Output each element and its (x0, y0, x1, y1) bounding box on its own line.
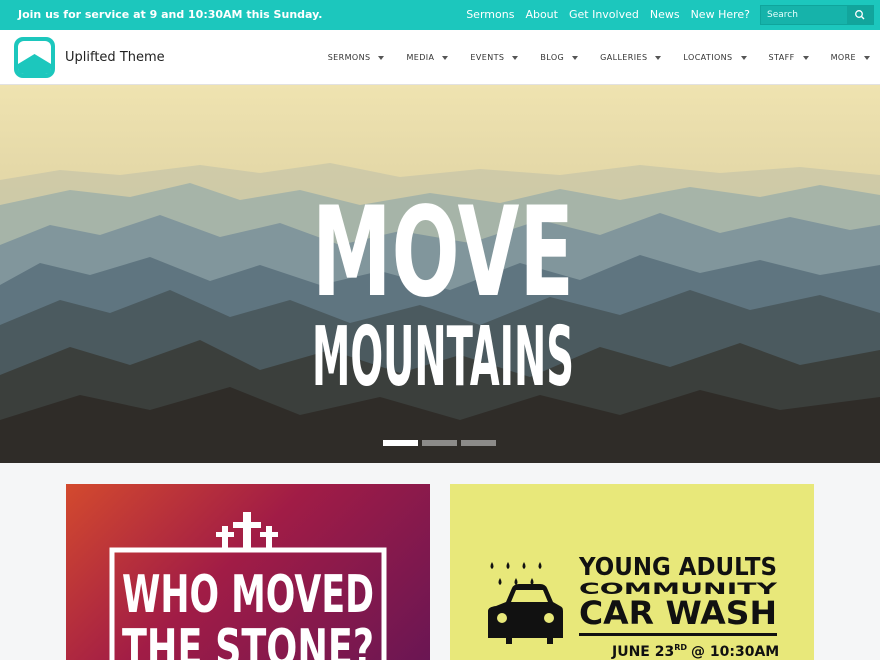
chevron-down-icon (802, 55, 809, 60)
hero-line-1: MOVE (312, 181, 574, 325)
card-line-1: YOUNG ADULTS (578, 552, 777, 581)
hero-line-2: MOUNTAINS (312, 310, 574, 405)
search-button[interactable] (847, 6, 873, 24)
top-nav: Sermons About Get Involved News New Here… (455, 8, 750, 21)
chevron-down-icon (512, 55, 519, 60)
slider-dot-3[interactable] (461, 440, 496, 446)
chevron-down-icon (572, 55, 579, 60)
top-link-news[interactable]: News (650, 8, 680, 21)
chevron-down-icon (864, 55, 870, 60)
main-nav: SERMONS MEDIA EVENTS BLOG GALLERIES LOCA… (306, 53, 870, 62)
chevron-down-icon (378, 55, 385, 60)
hero-mountain-image: MOVE MOUNTAINS (0, 85, 880, 463)
nav-label: LOCATIONS (683, 53, 733, 62)
search-box (760, 5, 874, 25)
chevron-down-icon (740, 55, 747, 60)
nav-label: MEDIA (406, 53, 435, 62)
nav-item-media[interactable]: MEDIA (406, 53, 449, 62)
top-link-about[interactable]: About (525, 8, 558, 21)
chevron-down-icon (655, 55, 662, 60)
card-title-line-1: WHO MOVED (122, 565, 374, 625)
nav-label: GALLERIES (600, 53, 648, 62)
slider-pagination (383, 440, 496, 446)
nav-item-more[interactable]: MORE (831, 53, 870, 62)
chevron-down-icon (442, 55, 449, 60)
site-logo-icon[interactable] (14, 37, 55, 78)
slider-dot-1[interactable] (383, 440, 418, 446)
card-title-line-2: THE STONE? (122, 619, 374, 660)
three-crosses-icon (216, 512, 278, 550)
search-icon (855, 10, 865, 20)
promo-card-easter[interactable]: WHO MOVED THE STONE? (66, 484, 430, 660)
top-link-new-here[interactable]: New Here? (691, 8, 750, 21)
service-announcement: Join us for service at 9 and 10:30AM thi… (18, 8, 323, 21)
card-date: JUNE 23RD @ 10:30AM (611, 643, 779, 660)
nav-label: SERMONS (327, 53, 371, 62)
nav-label: STAFF (768, 53, 795, 62)
nav-label: MORE (830, 53, 856, 62)
hero-headline: MOVE MOUNTAINS (312, 181, 574, 405)
nav-item-blog[interactable]: BLOG (540, 53, 579, 62)
hero-slider[interactable]: MOVE MOUNTAINS (0, 85, 880, 463)
nav-item-locations[interactable]: LOCATIONS (683, 53, 747, 62)
divider-line (579, 633, 777, 636)
top-bar: Join us for service at 9 and 10:30AM thi… (0, 0, 880, 30)
nav-item-staff[interactable]: STAFF (769, 53, 809, 62)
nav-label: BLOG (540, 53, 565, 62)
site-header: Uplifted Theme SERMONS MEDIA EVENTS BLOG… (0, 30, 880, 85)
nav-label: EVENTS (470, 53, 505, 62)
top-link-get-involved[interactable]: Get Involved (569, 8, 639, 21)
site-title[interactable]: Uplifted Theme (65, 50, 165, 65)
easter-graphic: WHO MOVED THE STONE? (109, 512, 387, 660)
top-link-sermons[interactable]: Sermons (466, 8, 514, 21)
nav-item-sermons[interactable]: SERMONS (328, 53, 385, 62)
nav-item-galleries[interactable]: GALLERIES (600, 53, 662, 62)
water-drops-icon (490, 562, 542, 585)
promo-card-car-wash[interactable]: YOUNG ADULTS COMMUNITY CAR WASH JUNE 23R… (450, 484, 814, 660)
car-icon (488, 584, 563, 644)
card-line-3: CAR WASH (579, 594, 777, 632)
car-wash-graphic: YOUNG ADULTS COMMUNITY CAR WASH JUNE 23R… (488, 552, 779, 660)
slider-dot-2[interactable] (422, 440, 457, 446)
search-input[interactable] (761, 6, 859, 24)
nav-item-events[interactable]: EVENTS (470, 53, 519, 62)
